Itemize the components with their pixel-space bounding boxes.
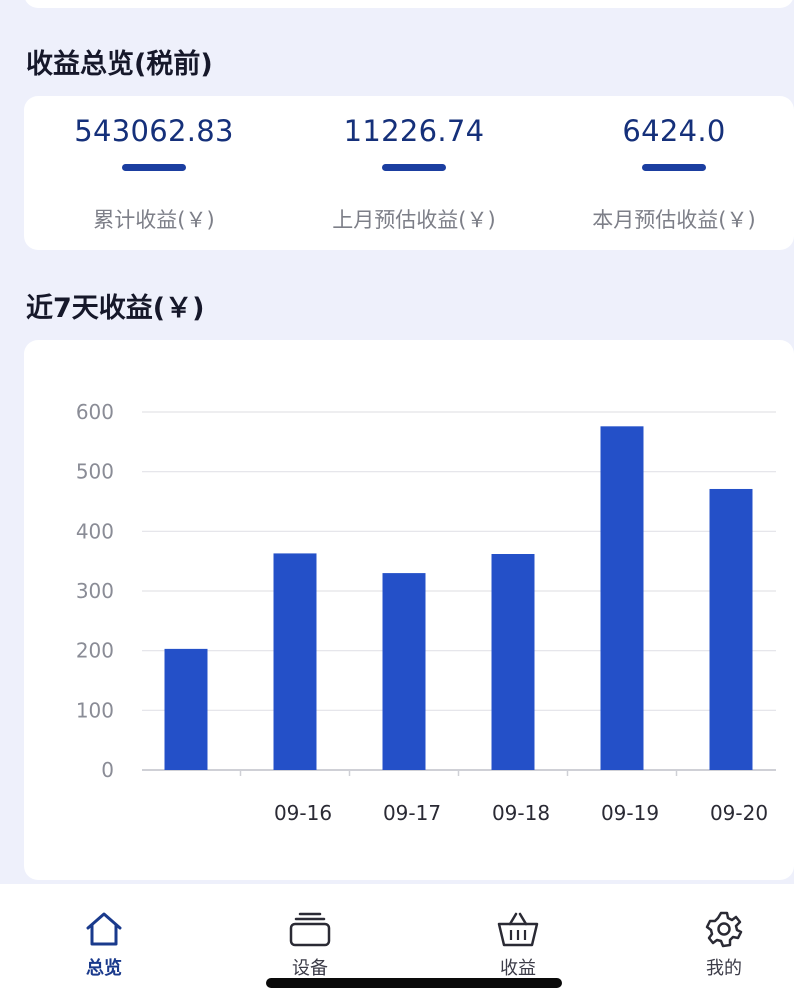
bar bbox=[164, 648, 208, 770]
x-tick-label: 09-18 bbox=[492, 801, 550, 825]
stat-this-month-estimate[interactable]: 6424.0 本月预估收益(￥) bbox=[544, 96, 794, 250]
bar bbox=[600, 426, 644, 770]
stat-total-earnings[interactable]: 543062.83 累计收益(￥) bbox=[24, 96, 284, 250]
previous-card-edge bbox=[24, 0, 794, 8]
y-tick-label: 0 bbox=[101, 758, 114, 782]
bar bbox=[709, 488, 753, 770]
stat-label: 本月预估收益(￥) bbox=[592, 208, 756, 232]
seven-day-bar-chart: 0 100 200 300 400 500 600 09-16 09-17 09-18 09-19 0… bbox=[76, 400, 776, 825]
tab-overview[interactable]: 总览 bbox=[54, 910, 154, 990]
x-tick-label: 09-16 bbox=[274, 801, 332, 825]
stat-value: 6424.0 bbox=[622, 114, 726, 148]
bar bbox=[382, 573, 426, 770]
bar bbox=[273, 553, 317, 770]
bar bbox=[491, 554, 535, 770]
tab-label: 设备 bbox=[292, 958, 328, 979]
overview-section-title: 收益总览(税前) bbox=[26, 49, 213, 80]
stat-label: 上月预估收益(￥) bbox=[332, 208, 496, 232]
y-tick-label: 600 bbox=[76, 400, 114, 424]
home-indicator[interactable] bbox=[266, 978, 562, 988]
stat-value: 11226.74 bbox=[343, 114, 485, 148]
seven-day-chart-card: 0 100 200 300 400 500 600 09-16 09-17 09-18 09-19 0… bbox=[24, 340, 794, 880]
gear-icon bbox=[705, 911, 743, 948]
tab-label: 收益 bbox=[500, 958, 536, 979]
y-tick-label: 300 bbox=[76, 579, 114, 603]
stat-underline-bar bbox=[382, 164, 446, 171]
home-icon bbox=[86, 912, 122, 946]
stat-value: 543062.83 bbox=[74, 114, 234, 148]
stat-underline-bar bbox=[642, 164, 706, 171]
tab-mine[interactable]: 我的 bbox=[674, 910, 774, 990]
x-tick-label: 09-20 bbox=[710, 801, 768, 825]
seven-day-section-title: 近7天收益(￥) bbox=[26, 293, 205, 324]
stat-label: 累计收益(￥) bbox=[93, 208, 215, 232]
stat-last-month-estimate[interactable]: 11226.74 上月预估收益(￥) bbox=[284, 96, 544, 250]
y-tick-label: 500 bbox=[76, 460, 114, 484]
tab-label: 总览 bbox=[86, 958, 122, 979]
y-tick-label: 400 bbox=[76, 519, 114, 543]
x-tick-label: 09-17 bbox=[383, 801, 441, 825]
device-stack-icon bbox=[289, 912, 331, 947]
y-tick-label: 200 bbox=[76, 639, 114, 663]
earnings-summary-card: 543062.83 累计收益(￥) 11226.74 上月预估收益(￥) 642… bbox=[24, 96, 794, 250]
basket-icon bbox=[497, 912, 539, 947]
stat-underline-bar bbox=[122, 164, 186, 171]
y-tick-label: 100 bbox=[76, 698, 114, 722]
tab-label: 我的 bbox=[706, 958, 742, 979]
x-tick-label: 09-19 bbox=[601, 801, 659, 825]
